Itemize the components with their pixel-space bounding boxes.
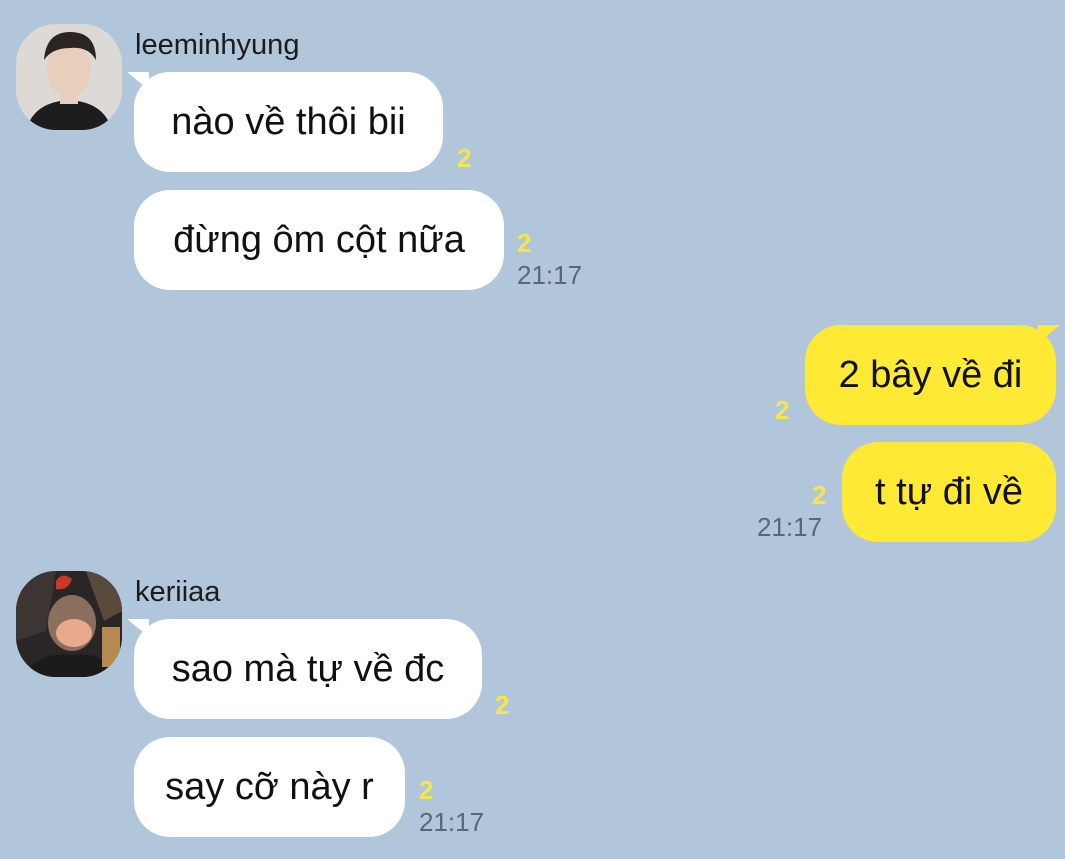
timestamp: 21:17 [517,260,583,290]
message-bubble[interactable]: đừng ôm cột nữa [134,190,504,290]
message-bubble[interactable]: nào về thôi bii [134,72,443,172]
unread-count: 2 [775,395,790,425]
message-text: nào về thôi bii [171,100,406,143]
timestamp: 21:17 [419,807,485,837]
message-bubble[interactable]: sao mà tự về đc [134,619,482,719]
message-bubble[interactable]: say cỡ này r [134,737,405,837]
message-bubble[interactable]: 2 bây về đi [805,325,1056,425]
sender-name: keriiaa [135,576,221,608]
profile-photo-icon [16,571,122,677]
message-bubble[interactable]: t tự đi về [842,442,1056,542]
sender-name: leeminhyung [135,29,300,61]
timestamp: 21:17 [757,512,823,542]
message-text: sao mà tự về đc [171,647,445,690]
message-text: đừng ôm cột nữa [173,218,465,261]
message-text: say cỡ này r [165,765,374,808]
message-text: t tự đi về [875,470,1023,513]
avatar-leeminhyung[interactable] [16,24,122,130]
avatar-keriiaa[interactable] [16,571,122,677]
message-text: 2 bây về đi [838,353,1023,396]
unread-count: 2 [495,690,510,720]
unread-count: 2 [457,143,472,173]
unread-count: 2 [419,775,434,805]
unread-count: 2 [517,228,532,258]
profile-photo-icon [16,24,122,130]
unread-count: 2 [812,480,827,510]
